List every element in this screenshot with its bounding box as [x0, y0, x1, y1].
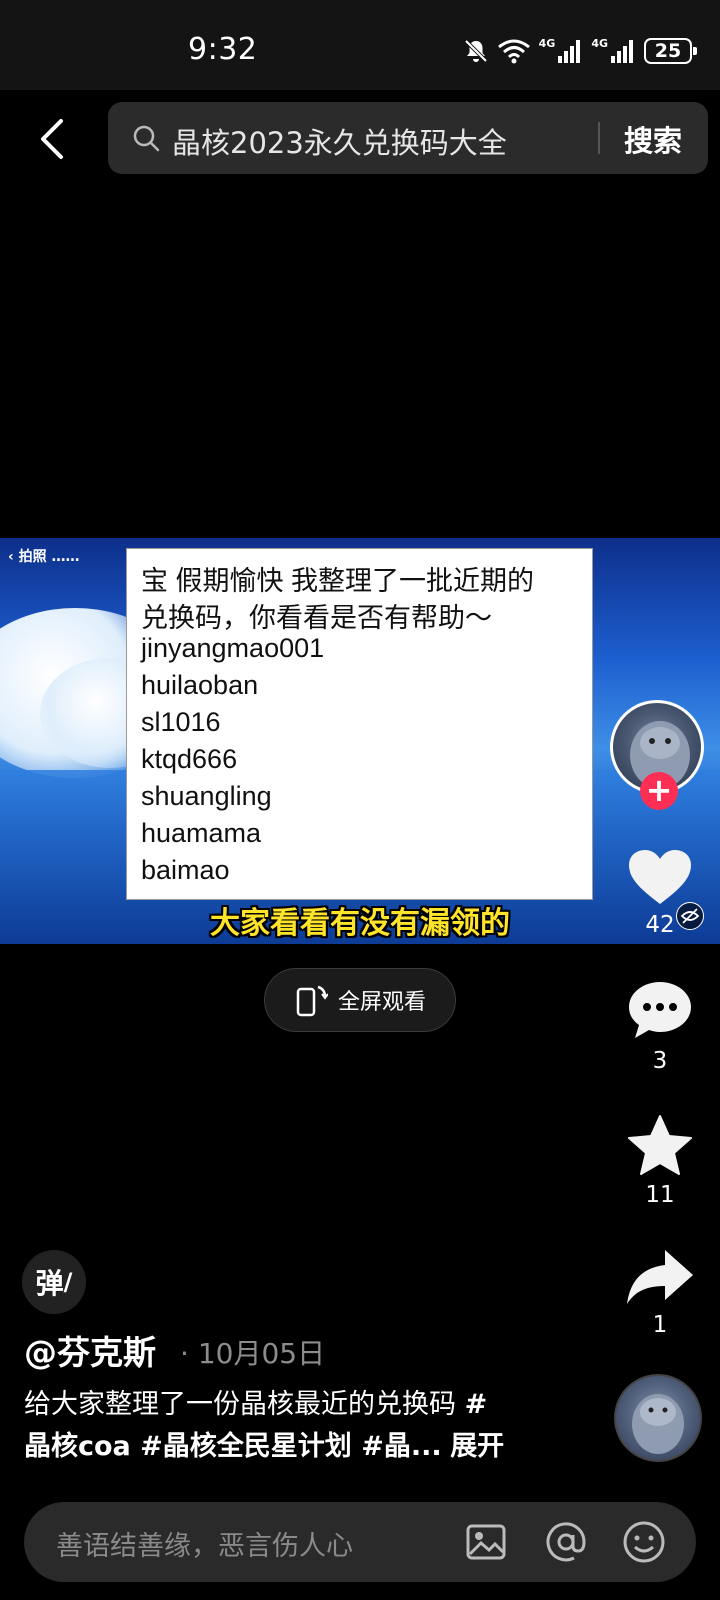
post-date-text: 10月05日 [197, 1337, 326, 1370]
battery-icon: 25 [644, 38, 697, 64]
favorite-count: 11 [645, 1182, 675, 1208]
post-date: · 10月05日 [180, 1337, 326, 1370]
eye-slash-icon [680, 908, 700, 924]
chevron-left-icon [41, 119, 63, 159]
share-count: 1 [652, 1312, 668, 1338]
network-label-1: 4G [538, 36, 556, 50]
note-card: 宝 假期愉快 我整理了一批近期的 兑换码，你看看是否有帮助～ jinyangma… [126, 548, 593, 900]
network-label-2: 4G [591, 36, 608, 50]
search-bar[interactable]: 晶核2023永久兑换码大全 搜索 [108, 102, 708, 174]
note-line: baimao [141, 855, 230, 885]
hide-eye-icon[interactable] [676, 902, 704, 930]
comment-input[interactable]: 善语结善缘，恶言伤人心 [56, 1524, 353, 1563]
comment-input-bar[interactable]: 善语结善缘，恶言伤人心 [24, 1502, 696, 1582]
video-back-label: ‹ 拍照 …… [8, 549, 80, 565]
note-line: 兑换码，你看看是否有帮助～ [141, 603, 492, 633]
note-line: 宝 假期愉快 我整理了一批近期的 [141, 566, 535, 596]
hashtag[interactable]: # [465, 1389, 488, 1420]
comment-icon [629, 982, 691, 1038]
post-description: 给大家整理了一份晶核最近的兑换码 # 晶核coa #晶核全民星计划 #晶... … [24, 1384, 584, 1468]
share-arrow-icon [627, 1250, 693, 1304]
heart-icon [629, 850, 691, 904]
wifi-icon [497, 39, 530, 64]
note-line: jinyangmao001 [141, 633, 325, 663]
follow-button[interactable]: + [640, 772, 678, 810]
image-icon[interactable] [464, 1520, 508, 1564]
video-subtitle: 大家看看有没有漏领的 [210, 906, 510, 941]
star-icon [628, 1115, 692, 1175]
search-input[interactable]: 晶核2023永久兑换码大全 [172, 120, 507, 162]
search-button[interactable]: 搜索 [624, 118, 682, 160]
emoji-icon[interactable] [622, 1520, 666, 1564]
comment-button[interactable]: 3 [615, 980, 705, 1074]
rotate-screen-icon [296, 985, 328, 1017]
fullscreen-button[interactable]: 全屏观看 [264, 968, 456, 1032]
search-icon [133, 125, 160, 152]
mention-icon[interactable] [544, 1520, 588, 1564]
fullscreen-label: 全屏观看 [337, 990, 426, 1015]
favorite-button[interactable]: 11 [615, 1114, 705, 1208]
status-icons: 4G 4G 25 [463, 36, 697, 66]
author-name[interactable]: @芬克斯 [24, 1326, 156, 1374]
note-line: ktqd666 [141, 744, 238, 774]
signal-icon-1 [558, 40, 581, 63]
note-line: huamama [141, 818, 262, 848]
back-button[interactable] [30, 112, 74, 166]
note-line: huilaoban [141, 670, 259, 700]
status-bar: 9:32 4G 4G 25 [0, 0, 720, 90]
danmaku-toggle-button[interactable]: 弹 / [22, 1250, 86, 1314]
note-line: sl1016 [141, 707, 221, 737]
avatar-image [632, 1394, 684, 1454]
note-line: shuangling [141, 781, 272, 811]
share-button[interactable]: 1 [615, 1248, 705, 1338]
mute-bell-icon [464, 39, 488, 63]
expand-button[interactable]: 展开 [450, 1431, 504, 1462]
music-disc-avatar[interactable] [614, 1374, 702, 1462]
description-text: 给大家整理了一份晶核最近的兑换码 [24, 1389, 465, 1420]
danmaku-slash-icon: / [63, 1268, 73, 1296]
battery-level: 25 [654, 40, 682, 62]
comment-count: 3 [652, 1048, 668, 1074]
search-divider [598, 122, 600, 154]
danmaku-label: 弹 [35, 1267, 64, 1300]
hashtag-list[interactable]: 晶核coa #晶核全民星计划 #晶... [24, 1431, 442, 1462]
signal-icon-2 [611, 40, 633, 63]
status-time: 9:32 [188, 32, 258, 67]
